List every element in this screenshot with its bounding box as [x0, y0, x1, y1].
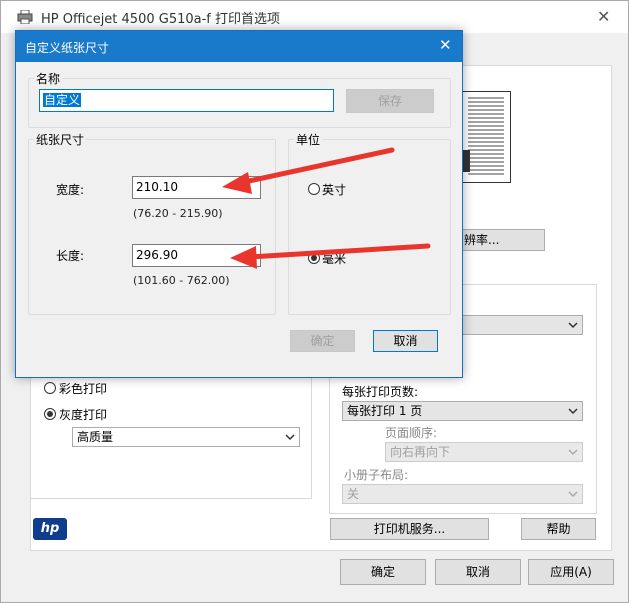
- pages-per-sheet-select[interactable]: 每张打印 1 页: [342, 401, 583, 421]
- help-button[interactable]: 帮助: [521, 518, 596, 540]
- grayscale-print-label: 灰度打印: [59, 408, 108, 422]
- width-range: (76.20 - 215.90): [133, 207, 223, 220]
- width-input[interactable]: 210.10: [132, 176, 261, 199]
- pages-per-sheet-label: 每张打印页数:: [342, 385, 419, 399]
- save-button[interactable]: 保存: [346, 89, 434, 113]
- length-value: 296.90: [136, 248, 178, 262]
- quality-select[interactable]: 高质量: [72, 427, 300, 447]
- page-order-label: 页面顺序:: [385, 426, 438, 440]
- parent-window-title: HP Officejet 4500 G510a-f 打印首选项: [41, 12, 281, 27]
- unit-group-label: 单位: [294, 131, 323, 148]
- paper-name-value: 自定义: [43, 93, 82, 107]
- unit-inch-label: 英寸: [322, 183, 347, 197]
- page-preview-icon: [461, 91, 511, 183]
- length-range: (101.60 - 762.00): [133, 274, 230, 287]
- length-input[interactable]: 296.90: [132, 244, 261, 267]
- chevron-down-icon: [568, 408, 578, 415]
- width-label: 宽度:: [56, 183, 85, 197]
- paper-size-group-label: 纸张尺寸: [34, 131, 87, 148]
- chevron-down-icon: [568, 491, 578, 498]
- hp-logo: hp: [33, 518, 67, 540]
- dialog-titlebar: 自定义纸张尺寸 ✕: [16, 31, 462, 62]
- dialog-ok-button[interactable]: 确定: [290, 330, 355, 352]
- pages-per-sheet-value: 每张打印 1 页: [347, 404, 423, 418]
- booklet-select[interactable]: 关: [342, 484, 583, 504]
- resolution-button[interactable]: 辨率...: [457, 229, 545, 251]
- quality-value: 高质量: [77, 430, 114, 444]
- unit-mm-label: 毫米: [322, 252, 347, 266]
- parent-cancel-button[interactable]: 取消: [435, 559, 521, 585]
- dialog-cancel-button[interactable]: 取消: [373, 330, 438, 352]
- page-order-value: 向右再向下: [390, 445, 451, 459]
- parent-titlebar: HP Officejet 4500 G510a-f 打印首选项 ✕: [1, 1, 628, 33]
- dialog-close-icon[interactable]: ✕: [439, 36, 452, 54]
- chevron-down-icon: [285, 434, 295, 441]
- chevron-down-icon: [568, 322, 578, 329]
- parent-close-icon[interactable]: ✕: [597, 7, 610, 26]
- width-value: 210.10: [136, 180, 178, 194]
- chevron-down-icon: [568, 449, 578, 456]
- name-group-label: 名称: [34, 70, 63, 87]
- booklet-label: 小册子布局:: [344, 468, 409, 482]
- color-print-label: 彩色打印: [59, 382, 108, 396]
- grayscale-print-radio[interactable]: [44, 408, 56, 420]
- apply-button[interactable]: 应用(A): [528, 559, 614, 585]
- dialog-title: 自定义纸张尺寸: [25, 41, 110, 55]
- unit-inch-radio[interactable]: [308, 183, 320, 195]
- page-preview-lines: [462, 97, 504, 175]
- length-label: 长度:: [56, 249, 85, 263]
- unit-group: [288, 139, 451, 315]
- paper-size-group: [28, 139, 276, 315]
- parent-ok-button[interactable]: 确定: [340, 559, 426, 585]
- printer-icon: [17, 10, 33, 24]
- color-print-radio[interactable]: [44, 382, 56, 394]
- paper-name-input[interactable]: 自定义: [39, 89, 334, 112]
- custom-paper-size-dialog: 自定义纸张尺寸 ✕ 名称 自定义 保存 纸张尺寸 宽度: 210.10 (76.…: [15, 30, 463, 378]
- page-order-select[interactable]: 向右再向下: [385, 442, 583, 462]
- printer-services-button[interactable]: 打印机服务...: [330, 518, 489, 540]
- unit-mm-radio[interactable]: [308, 252, 320, 264]
- booklet-value: 关: [347, 487, 360, 501]
